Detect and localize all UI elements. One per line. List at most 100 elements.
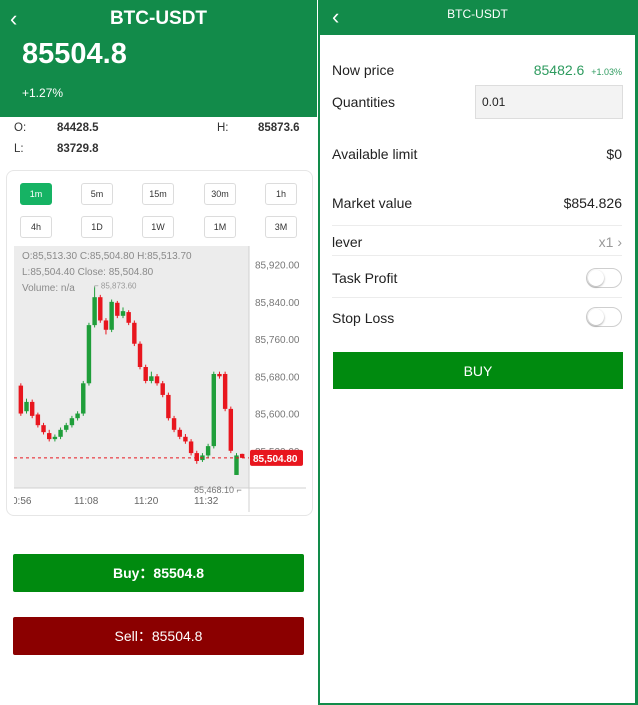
chart-screen: ‹ BTC-USDT 85504.8 +1.27% O: 84428.5 H: …	[0, 0, 317, 705]
toggle-knob	[588, 270, 604, 286]
candle-body	[75, 413, 80, 419]
candle-body	[58, 429, 63, 437]
chart-card: 1m 5m 15m 30m 1h 4h 1D 1W 1M 3M 85,920.00 85,840.0…	[6, 170, 313, 516]
y-tick-label: 85,920.00	[255, 261, 300, 272]
stop-loss-label: Stop Loss	[332, 310, 395, 326]
high-label: H:	[217, 122, 229, 134]
candle-body	[177, 429, 182, 437]
divider	[332, 297, 622, 298]
order-buy-button[interactable]: BUY	[333, 352, 623, 389]
timeframe-15m[interactable]: 15m	[142, 183, 174, 205]
candle-body	[205, 446, 211, 456]
low-value: 83729.8	[57, 143, 99, 155]
open-label: O:	[14, 122, 27, 134]
quantities-input[interactable]	[475, 85, 623, 119]
stop-loss-toggle[interactable]	[586, 307, 622, 327]
candle-body	[64, 425, 69, 430]
candle-body	[194, 453, 199, 462]
pair-title: BTC-USDT	[109, 8, 208, 29]
candle-body	[29, 401, 35, 416]
sell-button[interactable]: Sell：85504.8	[13, 617, 304, 655]
candle-body	[171, 418, 177, 430]
lever-label: lever	[332, 234, 363, 250]
open-value: 84428.5	[57, 122, 99, 134]
divider	[332, 255, 622, 256]
order-screen: ‹ BTC-USDT Now price 85482.6 +1.03% Quan…	[318, 0, 638, 705]
timeframe-5m[interactable]: 5m	[81, 183, 113, 205]
tooltip-ohlc-line: O:85,513.30 C:85,504.80 H:85,513.70	[22, 251, 192, 262]
timeframe-1D[interactable]: 1D	[81, 216, 113, 238]
toggle-knob	[588, 309, 604, 325]
candle-body	[103, 320, 109, 330]
divider	[332, 225, 622, 226]
now-price-value: 85482.6	[533, 62, 585, 78]
candle-body	[143, 367, 148, 381]
order-pair-title: BTC-USDT	[447, 7, 508, 21]
timeframe-3M[interactable]: 3M	[265, 216, 297, 238]
high-value: 85873.6	[258, 122, 300, 134]
low-label: L:	[14, 143, 24, 155]
candle-body	[86, 325, 92, 384]
x-tick-label: 11:32	[194, 496, 219, 507]
chevron-right-icon: ›	[617, 234, 622, 250]
candle-body	[120, 311, 126, 316]
lever-value-group: x1 ›	[599, 234, 622, 250]
candle-body	[137, 343, 143, 367]
y-tick-label: 85,840.00	[255, 298, 300, 309]
candle-body	[81, 383, 86, 414]
candle-body	[92, 297, 97, 326]
ohlc-stats: O: 84428.5 H: 85873.6 L: 83729.8	[0, 117, 317, 164]
timeframe-1h[interactable]: 1h	[265, 183, 297, 205]
timeframe-1m[interactable]: 1m	[20, 183, 52, 205]
timeframe-1M[interactable]: 1M	[204, 216, 236, 238]
timeframe-30m[interactable]: 30m	[204, 183, 236, 205]
candle-body	[228, 408, 234, 451]
timeframe-1W[interactable]: 1W	[142, 216, 174, 238]
now-price-label: Now price	[332, 62, 395, 78]
order-header-bar: ‹ BTC-USDT	[320, 0, 635, 35]
current-price-tag: 85,504.80	[253, 454, 298, 465]
y-tick-label: 85,600.00	[255, 410, 300, 421]
y-tick-label: 85,680.00	[255, 372, 300, 383]
candle-body	[41, 425, 46, 433]
candle-body	[46, 433, 52, 440]
low-marker: 85,468.10 ⌐	[194, 485, 242, 495]
candle-body	[109, 301, 114, 330]
candle-body	[183, 436, 188, 442]
price-change-percent: +1.27%	[22, 86, 64, 100]
available-limit-value: $0	[606, 146, 622, 162]
now-price-group: 85482.6 +1.03%	[534, 62, 622, 78]
buy-button[interactable]: Buy：85504.8	[13, 554, 304, 592]
candle-body	[52, 436, 58, 440]
candle-body	[154, 376, 160, 384]
candlestick-chart[interactable]: 85,920.00 85,840.00 85,760.00 85,680.00 85,6…	[12, 246, 306, 512]
candle-body	[69, 418, 75, 426]
tooltip-close-line: L:85,504.40 Close: 85,504.80	[22, 267, 154, 278]
candle-body	[24, 401, 29, 412]
header-bar: ‹ BTC-USDT 85504.8 +1.27%	[0, 0, 317, 117]
candle-body	[126, 312, 131, 323]
x-tick-label: 11:08	[74, 496, 99, 507]
candle-body	[149, 376, 154, 381]
high-marker: ⌐ 85,873.60	[94, 281, 137, 290]
task-profit-label: Task Profit	[332, 270, 398, 286]
available-limit-label: Available limit	[332, 146, 418, 162]
market-value-value: $854.826	[563, 195, 622, 211]
candle-body	[115, 302, 120, 316]
market-value-label: Market value	[332, 195, 413, 211]
last-price: 85504.8	[22, 38, 127, 70]
candle-body	[188, 441, 194, 454]
candle-body	[98, 297, 103, 321]
x-tick-label: 11:20	[134, 496, 159, 507]
tooltip-volume-line: Volume: n/a	[22, 283, 75, 294]
candle-body	[239, 453, 245, 458]
candle-body	[132, 322, 137, 344]
candle-body	[35, 414, 41, 426]
task-profit-toggle[interactable]	[586, 268, 622, 288]
x-tick-label: 0:56	[14, 496, 32, 507]
candle-body	[234, 455, 239, 475]
candle-body	[217, 373, 222, 377]
candle-body	[211, 373, 217, 447]
lever-value: x1	[598, 234, 614, 250]
timeframe-4h[interactable]: 4h	[20, 216, 52, 238]
